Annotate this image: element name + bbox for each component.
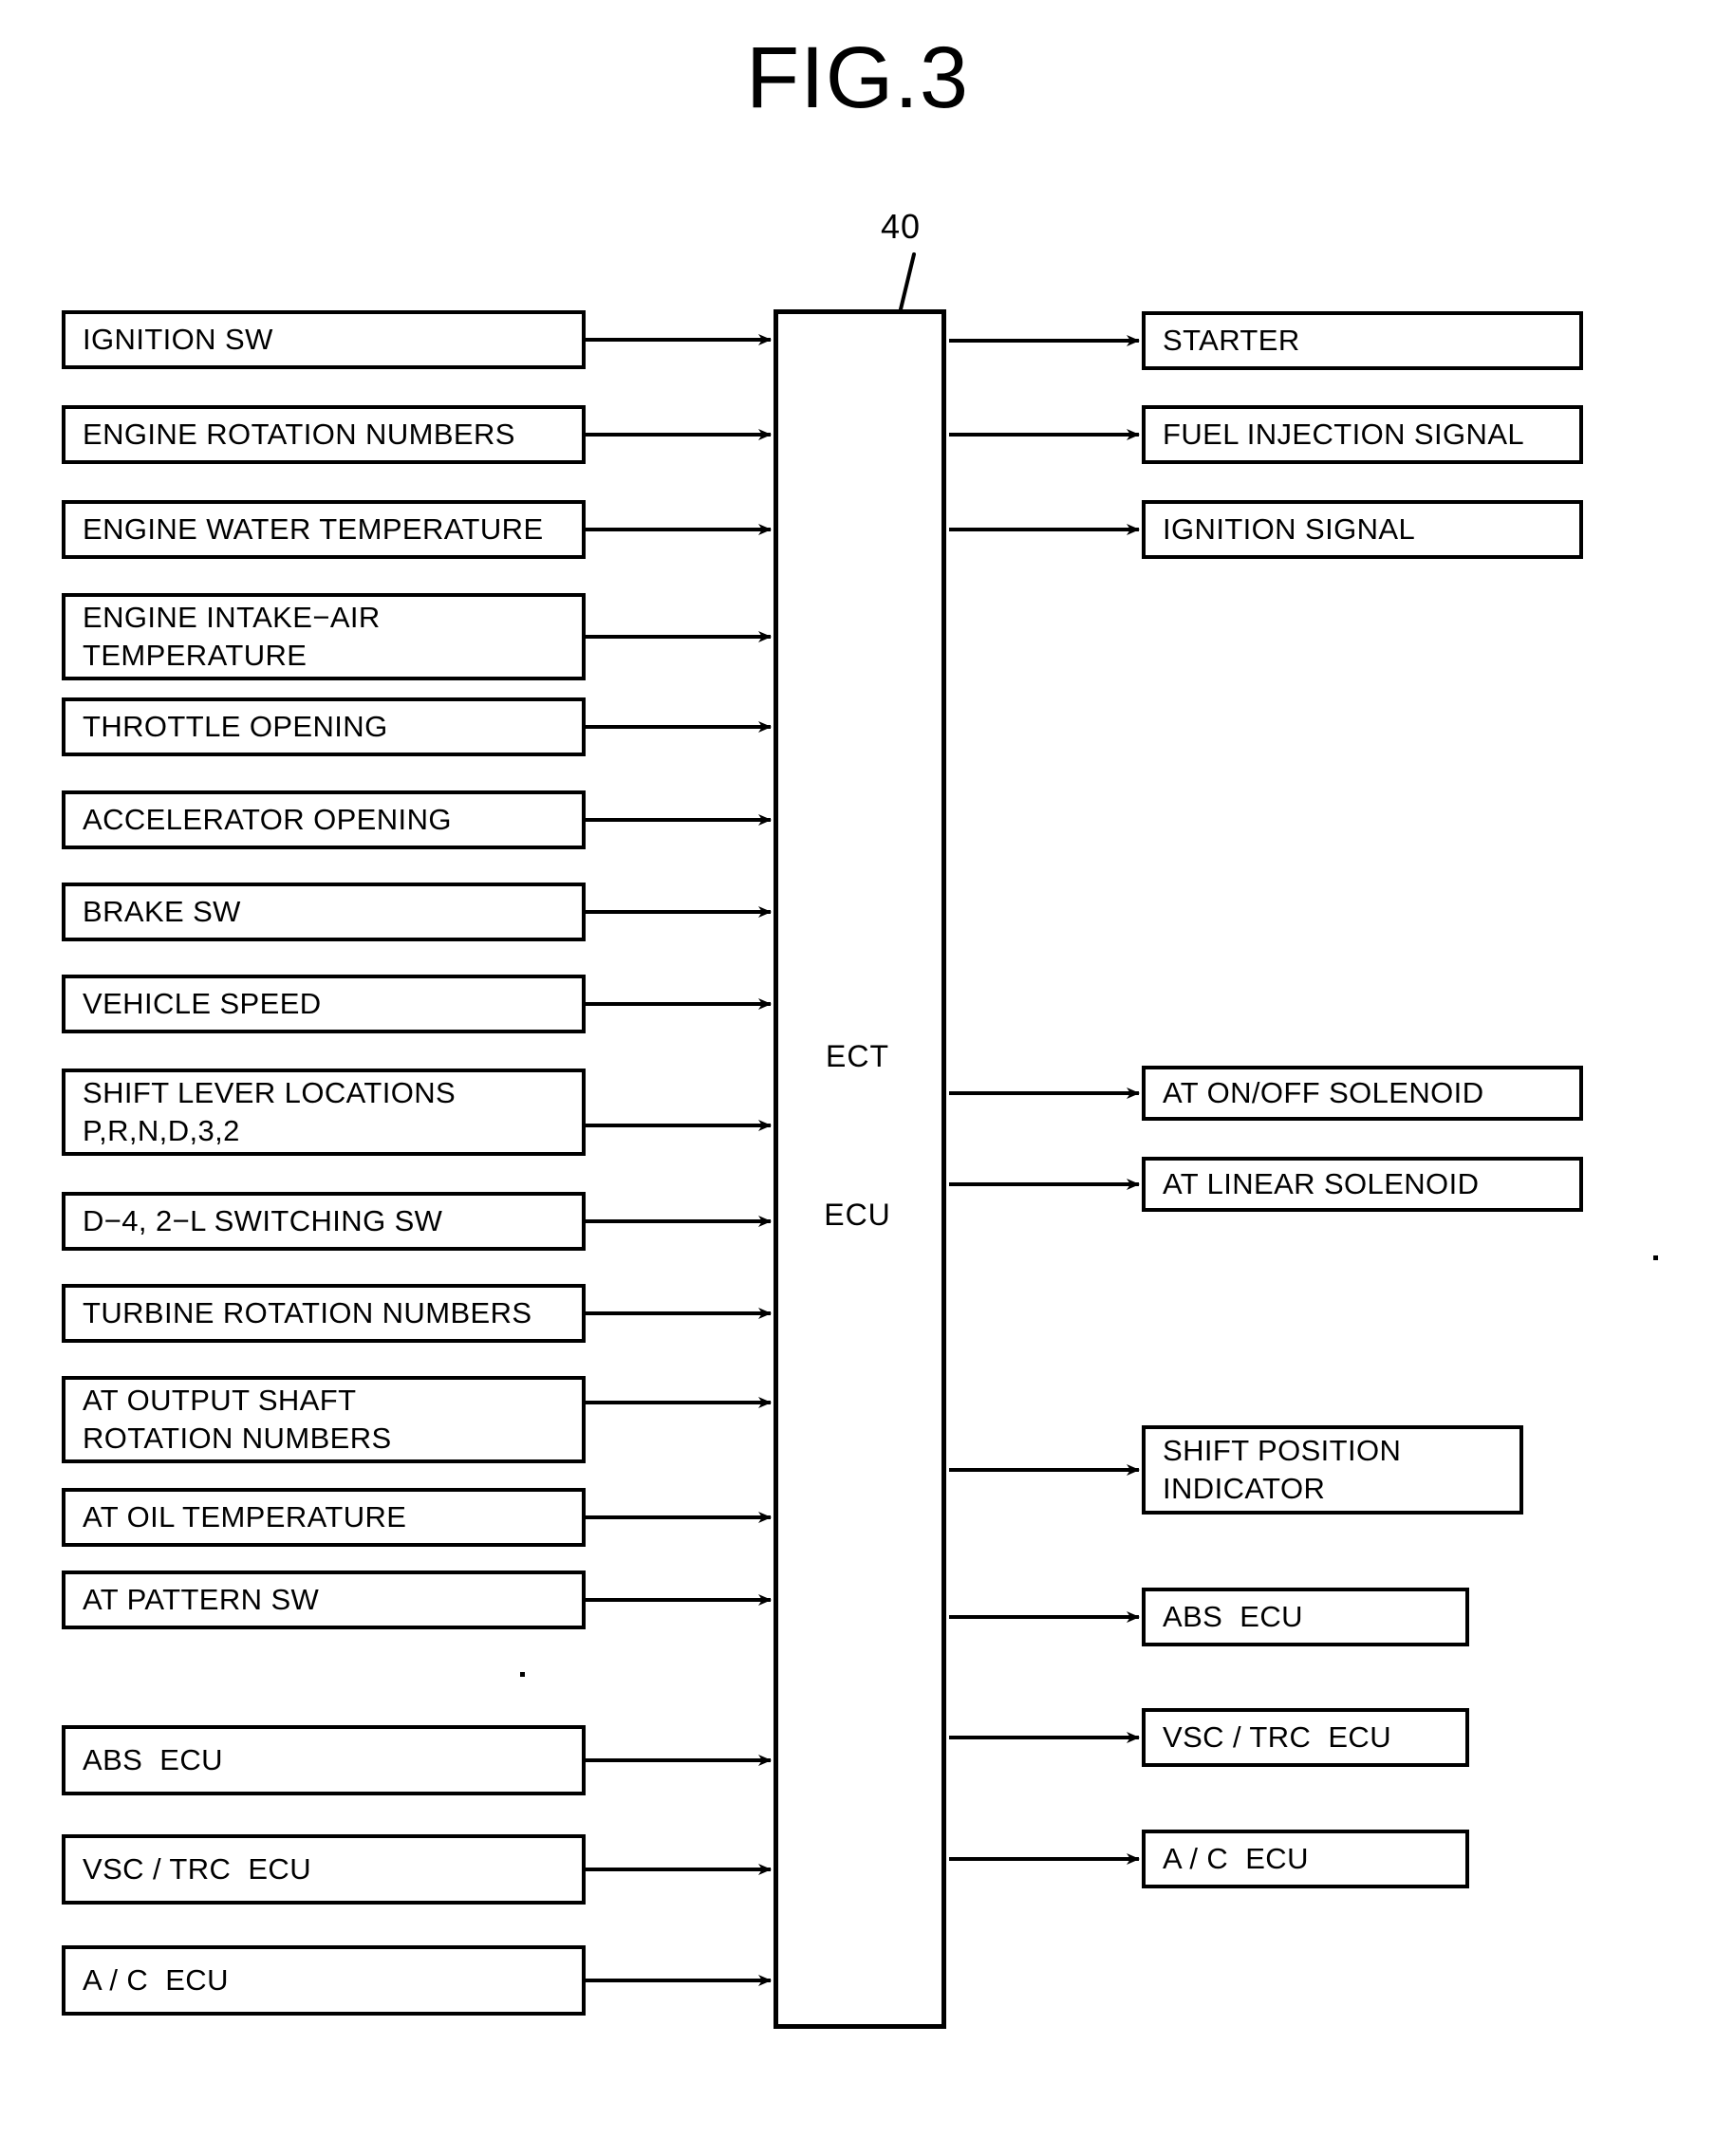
- input-node-label: AT PATTERN SW: [83, 1583, 320, 1617]
- input-node-ignition-sw[interactable]: IGNITION SW: [62, 310, 586, 369]
- input-node-label: D−4, 2−L SWITCHING SW: [83, 1204, 443, 1238]
- output-node-label-line1: SHIFT POSITION: [1163, 1434, 1402, 1468]
- output-node-label: VSC / TRC ECU: [1163, 1720, 1392, 1755]
- input-node-engine-intake-air-temperature[interactable]: ENGINE INTAKE−AIR TEMPERATURE: [62, 593, 586, 680]
- input-node-accelerator-opening[interactable]: ACCELERATOR OPENING: [62, 790, 586, 849]
- input-node-throttle-opening[interactable]: THROTTLE OPENING: [62, 697, 586, 756]
- input-node-label-line2: ROTATION NUMBERS: [83, 1422, 392, 1455]
- input-node-at-oil-temperature[interactable]: AT OIL TEMPERATURE: [62, 1488, 586, 1547]
- output-node-abs-ecu[interactable]: ABS ECU: [1142, 1588, 1469, 1646]
- input-node-label-line1: ENGINE INTAKE−AIR: [83, 601, 381, 635]
- input-node-ac-ecu[interactable]: A / C ECU: [62, 1945, 586, 2016]
- input-node-label-line1: AT OUTPUT SHAFT: [83, 1384, 357, 1418]
- input-node-label: VSC / TRC ECU: [83, 1852, 312, 1886]
- input-node-label: ENGINE ROTATION NUMBERS: [83, 418, 515, 452]
- input-node-brake-sw[interactable]: BRAKE SW: [62, 883, 586, 941]
- input-node-label: ABS ECU: [83, 1743, 223, 1777]
- input-node-label: ACCELERATOR OPENING: [83, 803, 452, 837]
- input-node-at-output-shaft-rotation-numbers[interactable]: AT OUTPUT SHAFT ROTATION NUMBERS: [62, 1376, 586, 1463]
- output-node-ac-ecu[interactable]: A / C ECU: [1142, 1830, 1469, 1888]
- input-node-label-line1: SHIFT LEVER LOCATIONS: [83, 1076, 457, 1110]
- input-node-label: THROTTLE OPENING: [83, 710, 388, 744]
- input-node-label: A / C ECU: [83, 1963, 229, 1998]
- input-node-label: BRAKE SW: [83, 895, 241, 929]
- input-node-label: IGNITION SW: [83, 323, 273, 357]
- input-node-label: TURBINE ROTATION NUMBERS: [83, 1296, 532, 1330]
- reference-numeral-40: 40: [881, 207, 922, 246]
- input-connectors: [586, 334, 772, 1986]
- input-node-abs-ecu[interactable]: ABS ECU: [62, 1725, 586, 1795]
- input-node-label: AT OIL TEMPERATURE: [83, 1500, 407, 1534]
- ect-ecu-block[interactable]: [774, 309, 946, 2029]
- output-node-label: ABS ECU: [1163, 1600, 1303, 1634]
- input-node-shift-lever-locations[interactable]: SHIFT LEVER LOCATIONS P,R,N,D,3,2: [62, 1069, 586, 1156]
- print-artifact-dot: [520, 1672, 525, 1677]
- output-node-label: A / C ECU: [1163, 1842, 1309, 1876]
- input-node-d4-2l-switching-sw[interactable]: D−4, 2−L SWITCHING SW: [62, 1192, 586, 1251]
- input-node-engine-rotation-numbers[interactable]: ENGINE ROTATION NUMBERS: [62, 405, 586, 464]
- figure-canvas: FIG.3 40 ECT ECU IGNITION SW ENGINE ROTA…: [0, 0, 1715, 2156]
- output-node-starter[interactable]: STARTER: [1142, 311, 1583, 370]
- output-node-label: STARTER: [1163, 324, 1300, 358]
- input-node-turbine-rotation-numbers[interactable]: TURBINE ROTATION NUMBERS: [62, 1284, 586, 1343]
- input-node-engine-water-temperature[interactable]: ENGINE WATER TEMPERATURE: [62, 500, 586, 559]
- output-node-label-line2: INDICATOR: [1163, 1472, 1326, 1505]
- input-node-vehicle-speed[interactable]: VEHICLE SPEED: [62, 975, 586, 1033]
- input-node-label-line2: P,R,N,D,3,2: [83, 1114, 240, 1147]
- input-node-label: VEHICLE SPEED: [83, 987, 322, 1021]
- input-node-label-line2: TEMPERATURE: [83, 639, 308, 672]
- input-node-vsc-trc-ecu[interactable]: VSC / TRC ECU: [62, 1834, 586, 1905]
- output-connectors: [949, 335, 1140, 1865]
- output-node-vsc-trc-ecu[interactable]: VSC / TRC ECU: [1142, 1708, 1469, 1767]
- output-node-shift-position-indicator[interactable]: SHIFT POSITION INDICATOR: [1142, 1425, 1523, 1515]
- figure-title: FIG.3: [745, 29, 970, 126]
- output-node-label: FUEL INJECTION SIGNAL: [1163, 418, 1525, 452]
- output-node-fuel-injection-signal[interactable]: FUEL INJECTION SIGNAL: [1142, 405, 1583, 464]
- print-artifact-dot: [1653, 1255, 1658, 1260]
- output-node-label: AT ON/OFF SOLENOID: [1163, 1076, 1484, 1110]
- output-node-label: IGNITION SIGNAL: [1163, 512, 1416, 547]
- output-node-at-on-off-solenoid[interactable]: AT ON/OFF SOLENOID: [1142, 1066, 1583, 1121]
- input-node-label: ENGINE WATER TEMPERATURE: [83, 512, 544, 547]
- output-node-at-linear-solenoid[interactable]: AT LINEAR SOLENOID: [1142, 1157, 1583, 1212]
- output-node-label: AT LINEAR SOLENOID: [1163, 1167, 1480, 1201]
- input-node-at-pattern-sw[interactable]: AT PATTERN SW: [62, 1571, 586, 1629]
- output-node-ignition-signal[interactable]: IGNITION SIGNAL: [1142, 500, 1583, 559]
